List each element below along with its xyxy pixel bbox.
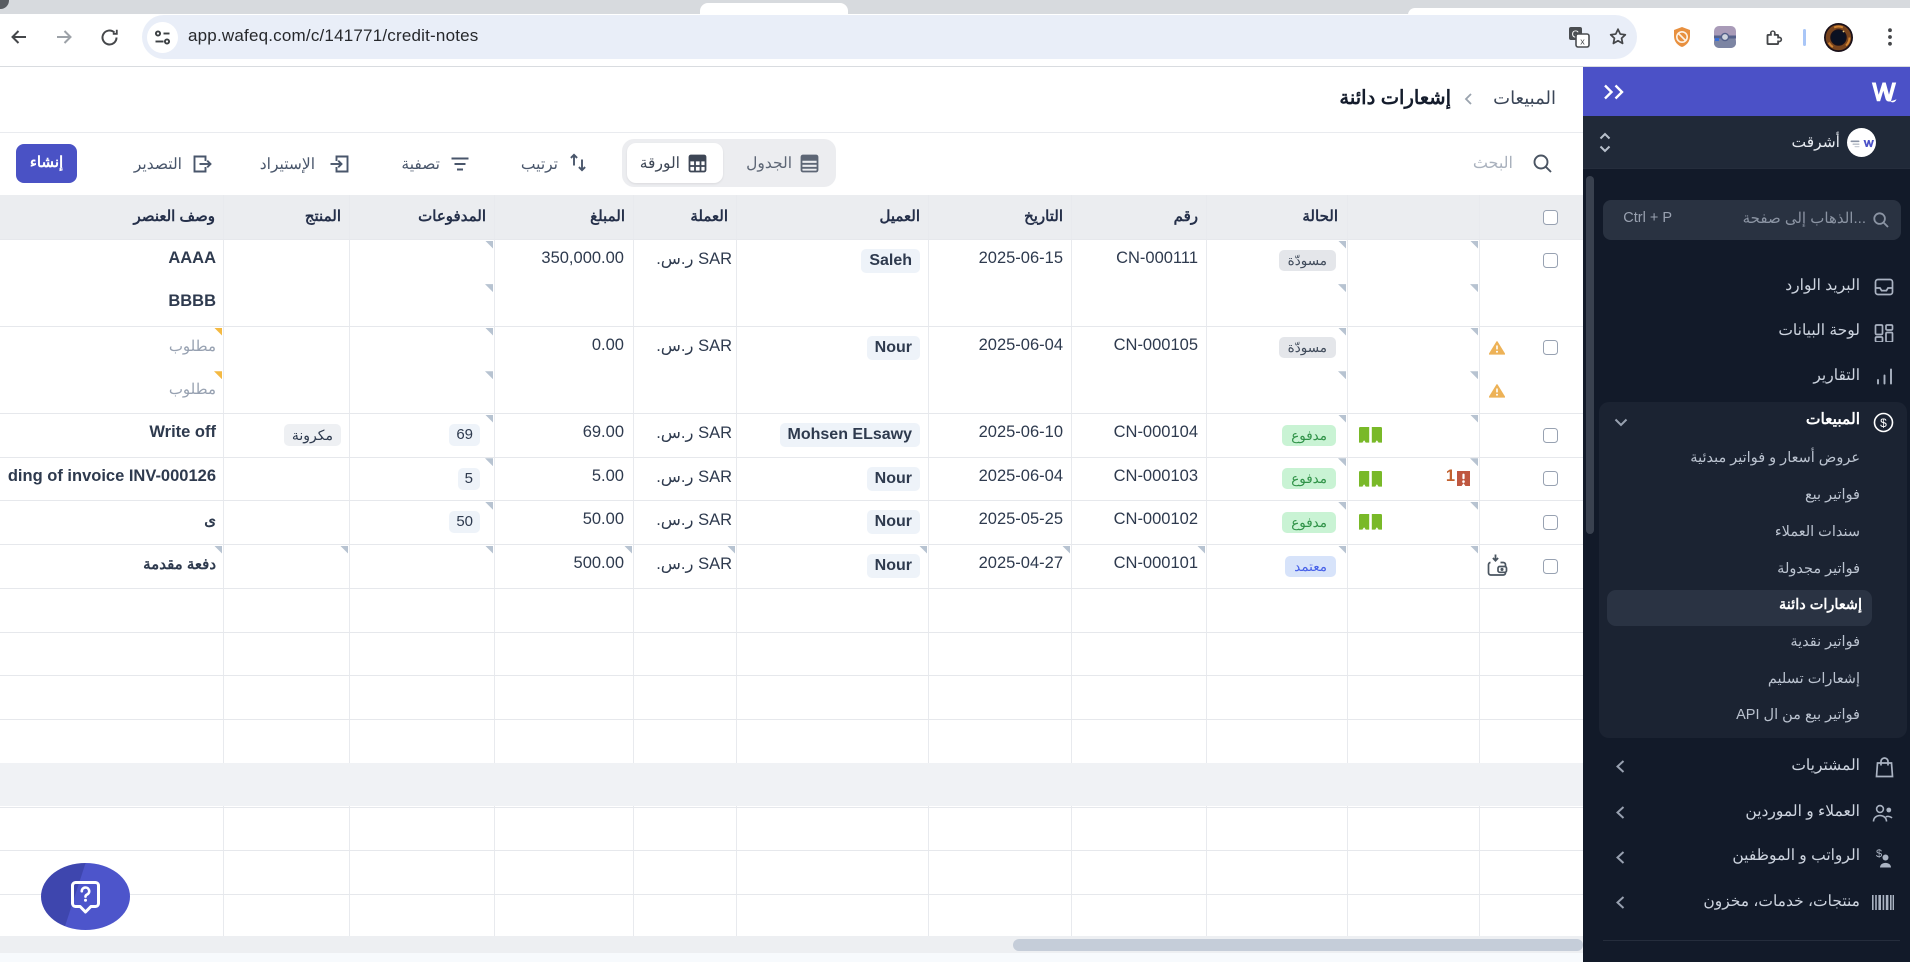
svg-text:$: $ [1876, 848, 1882, 860]
svg-text:x: x [1580, 37, 1585, 47]
svg-text:$: $ [1880, 416, 1887, 430]
